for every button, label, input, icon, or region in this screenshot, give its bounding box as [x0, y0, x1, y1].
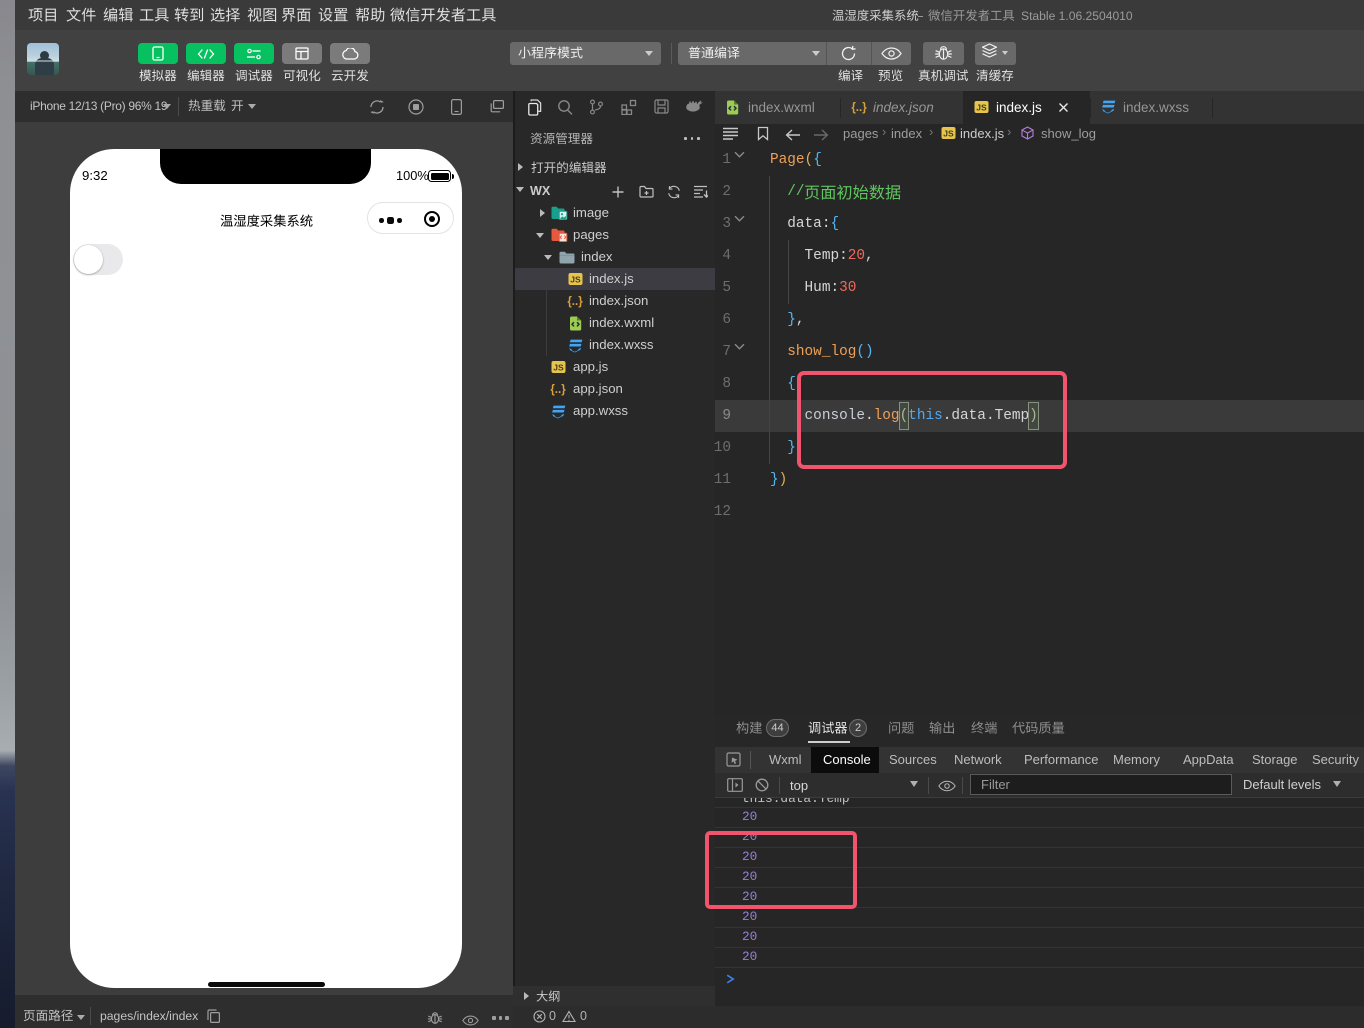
- svg-text:JS: JS: [553, 362, 564, 372]
- svg-text:{..}: {..}: [851, 102, 867, 114]
- svg-text:{..}: {..}: [567, 296, 583, 308]
- svg-text:JS: JS: [570, 274, 581, 284]
- svg-text:{..}: {..}: [550, 384, 566, 396]
- svg-text:JS: JS: [976, 102, 987, 112]
- svg-text:JS: JS: [943, 128, 954, 138]
